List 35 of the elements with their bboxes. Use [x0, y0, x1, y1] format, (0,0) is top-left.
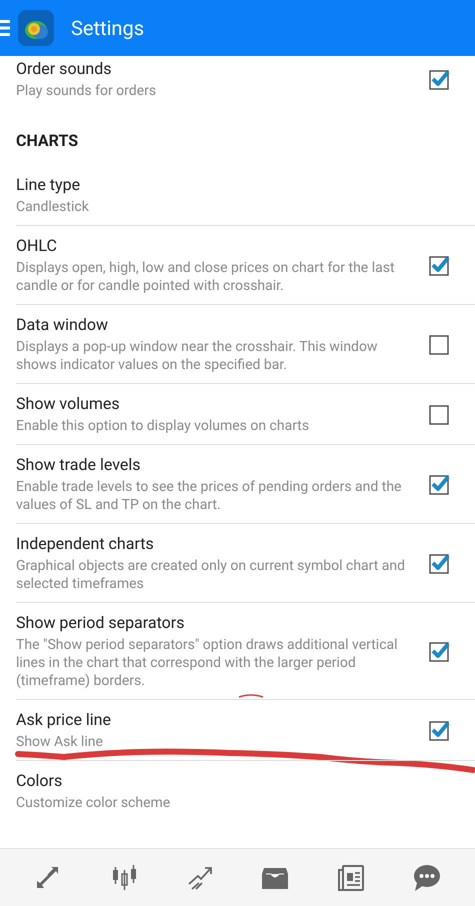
- checkbox[interactable]: [429, 333, 451, 355]
- checkbox[interactable]: [429, 68, 451, 90]
- setting-description: Play sounds for orders: [16, 82, 158, 100]
- setting-title: Ask price line: [16, 709, 112, 731]
- setting-description: The "Show period separators" option draws additional vertical lines in the chart that correspond with the larger period (timeframe) borders.: [16, 636, 399, 690]
- setting-description: Enable trade levels to see the prices of pending orders and the values of SL and TP on the chart.: [16, 478, 402, 514]
- checkbox[interactable]: [429, 473, 451, 495]
- setting-title: Colors: [16, 770, 64, 792]
- menu-icon[interactable]: [0, 19, 10, 37]
- checkbox[interactable]: [429, 254, 451, 276]
- setting-title: Show volumes: [16, 393, 121, 415]
- setting-description: Displays a pop-up window near the crosshair. This window shows indicator values on the specified bar.: [16, 338, 378, 374]
- setting-description: Enable this option to display volumes on charts: [16, 417, 310, 435]
- setting-title: Independent charts: [16, 533, 155, 555]
- screen-title: Settings: [71, 15, 144, 42]
- checkbox[interactable]: [429, 403, 451, 425]
- setting-title: Line type: [16, 174, 82, 196]
- setting-title: Show period separators: [16, 612, 186, 634]
- setting-description: Customize color scheme: [16, 794, 172, 812]
- app-logo-icon: [18, 10, 54, 46]
- section-heading: CHARTS: [16, 131, 78, 150]
- setting-description: Displays open, high, low and close prices on chart for the last candle or for candle pointed with crosshair.: [16, 259, 396, 295]
- ink-arc: [238, 694, 264, 698]
- newspaper-icon[interactable]: [337, 864, 366, 892]
- setting-title: OHLC: [16, 235, 58, 257]
- setting-title: Data window: [16, 314, 110, 336]
- chat-bubble-icon[interactable]: [413, 864, 442, 892]
- setting-description: Show Ask line: [16, 733, 104, 751]
- setting-description: Candlestick: [16, 198, 90, 216]
- checkbox[interactable]: [429, 640, 451, 662]
- setting-title: Show trade levels: [16, 454, 142, 476]
- checkbox[interactable]: [429, 552, 451, 574]
- setting-title: Order sounds: [16, 58, 112, 80]
- checkbox[interactable]: [429, 719, 451, 741]
- setting-description: Graphical objects are created only on current symbol chart and selected timeframes: [16, 557, 406, 593]
